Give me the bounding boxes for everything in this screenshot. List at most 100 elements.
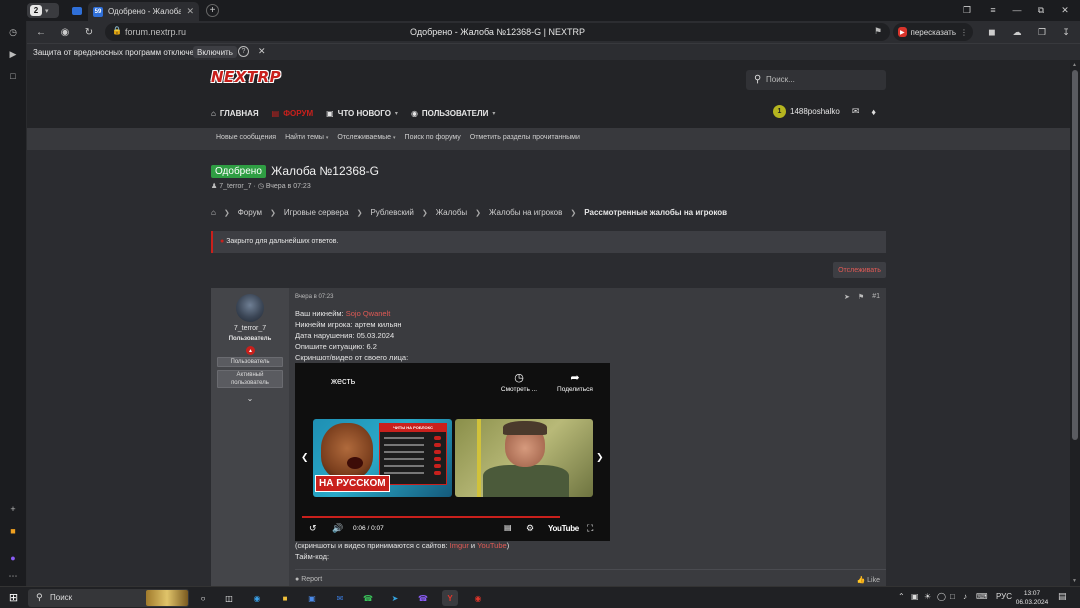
minimize-icon[interactable]: — xyxy=(1007,3,1027,17)
site-logo[interactable]: NEXTRP xyxy=(211,68,281,86)
scroll-down-icon[interactable]: ▼ xyxy=(1072,578,1077,584)
page-scrollbar[interactable]: ▲ ▼ xyxy=(1070,60,1080,586)
post-number[interactable]: #1 xyxy=(872,293,880,301)
cortana-icon[interactable]: ○ xyxy=(195,590,211,606)
network-icon[interactable]: □ xyxy=(950,592,955,601)
tab-active[interactable]: 59 Одобрено - Жалоба № ✕ xyxy=(88,2,199,21)
play-icon[interactable]: ▶ xyxy=(6,47,20,61)
sidebar-icon[interactable]: ❐ xyxy=(1035,25,1049,39)
fullscreen-icon[interactable]: ⛶ xyxy=(587,523,593,534)
subnav-find-threads[interactable]: Найти темы ▾ xyxy=(285,134,328,141)
tab-mail[interactable] xyxy=(67,3,87,18)
close-icon[interactable]: ✕ xyxy=(258,46,266,57)
nav-whats-new[interactable]: ▣ ЧТО НОВОГО ▾ xyxy=(326,109,398,118)
file-explorer-icon[interactable]: ■ xyxy=(277,590,293,606)
video-share-button[interactable]: ➦ Поделиться xyxy=(548,371,602,393)
settings-gear-icon[interactable]: ⚙ xyxy=(526,523,534,534)
inbox-icon[interactable]: ✉ xyxy=(852,106,860,117)
video-thumbnail-bus[interactable] xyxy=(455,419,593,497)
replay-icon[interactable]: ↺ xyxy=(309,523,317,534)
youtube-embed[interactable]: жесть ◷ Смотреть ... ➦ Поделиться ❮ ЧИТЫ… xyxy=(295,363,610,541)
share-icon[interactable]: ➤ xyxy=(844,293,850,301)
taskbar-clock[interactable]: 13:07 06.03.2024 xyxy=(1014,589,1050,607)
watch-later-button[interactable]: ◷ Смотреть ... xyxy=(492,371,546,393)
tab-counter[interactable]: 2 ▾ xyxy=(27,3,59,18)
link-imgur[interactable]: Imgur xyxy=(450,541,469,550)
microphone-icon[interactable]: ◯ xyxy=(937,592,946,601)
extensions-icon[interactable]: ◼ xyxy=(985,25,999,39)
help-icon[interactable]: ? xyxy=(238,46,249,57)
nav-home[interactable]: ⌂ ГЛАВНАЯ xyxy=(211,109,259,118)
edge-icon[interactable]: ◉ xyxy=(249,590,265,606)
breadcrumb-reviewed[interactable]: Рассмотренные жалобы на игроков xyxy=(584,208,727,217)
scroll-up-icon[interactable]: ▲ xyxy=(1072,62,1077,68)
bell-icon[interactable]: ♦ xyxy=(871,107,876,117)
thread-date[interactable]: Вчера в 07:23 xyxy=(266,183,311,190)
volume-icon[interactable]: 🔊 xyxy=(332,523,343,534)
site-search[interactable]: ⚲ Поиск... xyxy=(746,70,886,90)
more-icon[interactable]: ⋮ xyxy=(960,28,968,37)
nav-forum[interactable]: ▤ ФОРУМ xyxy=(272,109,313,118)
prev-arrow-icon[interactable]: ❮ xyxy=(301,452,309,463)
like-button[interactable]: 👍 Like xyxy=(856,576,880,584)
breadcrumb-player-complaints[interactable]: Жалобы на игроков xyxy=(489,208,562,217)
add-icon[interactable]: + xyxy=(6,502,20,516)
scrollbar-thumb[interactable] xyxy=(1072,70,1078,440)
protect-icon[interactable]: ◉ xyxy=(58,25,72,39)
back-icon[interactable]: ← xyxy=(34,25,48,39)
language-indicator[interactable]: РУС xyxy=(996,592,1012,601)
keyboard-icon[interactable]: ⌨ xyxy=(976,592,988,601)
cloud-icon[interactable]: ☁ xyxy=(1010,25,1024,39)
viber-icon[interactable]: ☎ xyxy=(415,590,431,606)
alice-icon[interactable]: ● xyxy=(6,551,20,565)
tray-chevron-icon[interactable]: ⌃ xyxy=(898,592,905,601)
subnav-watched[interactable]: Отслеживаемые ▾ xyxy=(337,134,395,141)
telegram-icon[interactable]: ➤ xyxy=(387,590,403,606)
video-title[interactable]: жесть xyxy=(331,376,355,386)
youtube-logo[interactable]: YouTube xyxy=(548,524,579,533)
subnav-mark-read[interactable]: Отметить разделы прочитанными xyxy=(470,134,580,141)
enable-protection-button[interactable]: Включить xyxy=(193,46,237,58)
close-tab-icon[interactable]: ✕ xyxy=(186,6,194,17)
video-thumbnail-roblox[interactable]: ЧИТЫ НА РОБЛОКС НА РУССКОМ xyxy=(313,419,452,497)
video-progress-bar[interactable] xyxy=(302,516,560,518)
restore-icon[interactable]: ⧉ xyxy=(1031,3,1051,17)
user-avatar[interactable]: 1 xyxy=(773,105,786,118)
bookmark-icon[interactable]: ⚑ xyxy=(858,293,864,301)
subnav-new-posts[interactable]: Новые сообщения xyxy=(216,134,276,141)
messenger-icon[interactable]: ■ xyxy=(6,524,20,538)
post-date[interactable]: Вчера в 07:23 xyxy=(295,294,333,300)
thread-author[interactable]: 7_terror_7 xyxy=(219,183,251,190)
post-author[interactable]: 7_terror_7 xyxy=(211,325,289,332)
breadcrumb-forum[interactable]: Форум xyxy=(238,208,262,217)
store-icon[interactable]: ▣ xyxy=(304,590,320,606)
report-button[interactable]: ● Report xyxy=(295,576,322,583)
subtitles-icon[interactable]: ▤ xyxy=(504,523,512,532)
volume-icon[interactable]: ♪ xyxy=(963,592,967,601)
next-arrow-icon[interactable]: ❯ xyxy=(596,452,604,463)
yandex-browser-icon[interactable]: Y xyxy=(442,590,458,606)
mail-app-icon[interactable]: ✉ xyxy=(332,590,348,606)
collections-icon[interactable]: ❐ xyxy=(957,3,977,17)
download-icon[interactable]: ↧ xyxy=(1059,25,1073,39)
nav-users[interactable]: ◉ ПОЛЬЗОВАТЕЛИ ▾ xyxy=(411,109,495,118)
taskbar-search[interactable]: ⚲ Поиск xyxy=(28,589,189,607)
subnav-search-forum[interactable]: Поиск по форуму xyxy=(405,134,461,141)
more-icon[interactable]: ⋯ xyxy=(6,569,20,583)
summarize-button[interactable]: ▶ пересказать ⋮ xyxy=(893,23,973,41)
whatsapp-icon[interactable]: ☎ xyxy=(360,590,376,606)
avatar[interactable] xyxy=(236,294,264,322)
bookmark-icon[interactable]: ⚑ xyxy=(874,26,882,37)
history-icon[interactable]: ◷ xyxy=(6,25,20,39)
breadcrumb-servers[interactable]: Игровые сервера xyxy=(284,208,349,217)
notifications-icon[interactable]: ▤ xyxy=(1058,591,1070,603)
new-tab-button[interactable]: + xyxy=(206,4,219,17)
expand-chevron-icon[interactable]: ⌄ xyxy=(211,394,289,403)
menu-icon[interactable]: ≡ xyxy=(983,3,1003,17)
link-youtube[interactable]: YouTube xyxy=(477,541,506,550)
url-field[interactable]: 🔒 forum.nextrp.ru Одобрено - Жалоба №123… xyxy=(105,23,890,41)
app-icon[interactable]: ◉ xyxy=(470,590,486,606)
close-window-icon[interactable]: ✕ xyxy=(1055,3,1075,17)
task-view-icon[interactable]: ◫ xyxy=(221,590,237,606)
user-name[interactable]: 1488poshalko xyxy=(790,107,840,116)
